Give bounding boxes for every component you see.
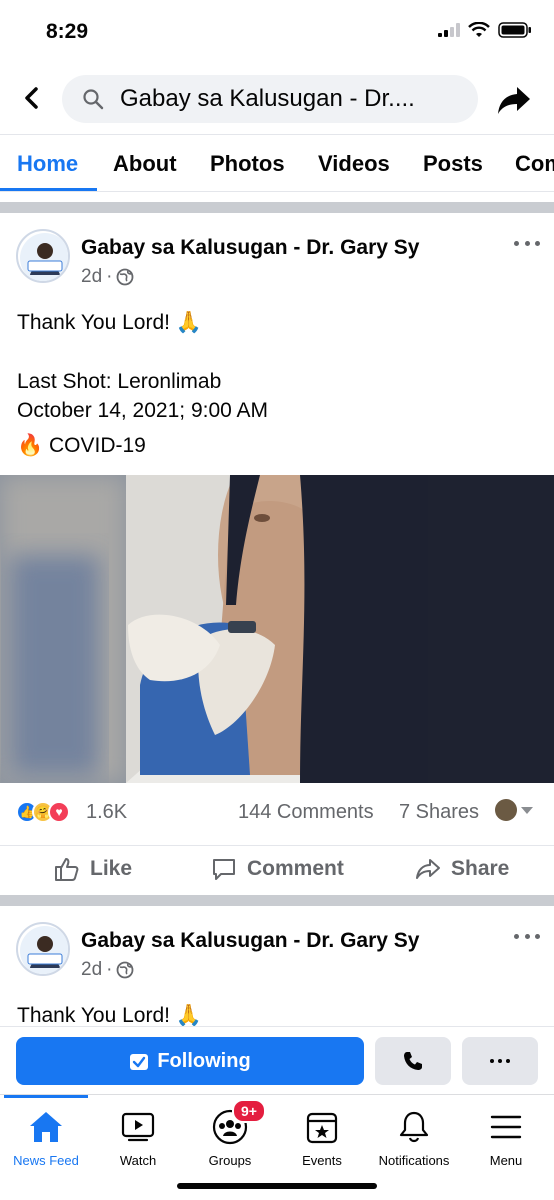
search-bar[interactable]: Gabay sa Kalusugan - Dr.... (62, 75, 478, 123)
events-icon (306, 1112, 338, 1144)
shares-count[interactable]: 7 Shares (399, 801, 479, 824)
post-time: 2d (81, 959, 103, 980)
tab-about[interactable]: About (113, 135, 177, 191)
tabbar-active-indicator (4, 1095, 88, 1098)
status-time: 8:29 (46, 20, 89, 43)
search-text: Gabay sa Kalusugan - Dr.... (120, 85, 415, 112)
tab-watch[interactable]: Watch (92, 1107, 184, 1168)
share-arrow-icon (498, 87, 530, 114)
comment-label: Comment (247, 857, 344, 880)
tab-community[interactable]: Com (515, 135, 554, 191)
post-time: 2d (81, 266, 103, 287)
caret-down-icon[interactable] (521, 807, 533, 814)
post-text-line: Last Shot: Leronlimab (17, 370, 222, 393)
share-icon (416, 859, 440, 879)
tab-label: Notifications (378, 1153, 450, 1168)
post-options-button[interactable] (514, 235, 540, 251)
status-bar: 8:29 (0, 0, 554, 62)
comments-count[interactable]: 144 Comments (238, 801, 374, 824)
share-label: Share (451, 857, 510, 880)
tab-photos[interactable]: Photos (210, 135, 285, 191)
page-header: Gabay sa Kalusugan - Dr.... (0, 62, 554, 134)
watch-icon (121, 1112, 155, 1142)
post-meta: 2d · (81, 266, 134, 288)
feed-separator (0, 895, 554, 906)
meta-dot: · (106, 266, 113, 287)
tab-label: Watch (119, 1153, 157, 1168)
page-tabs: Home About Photos Videos Posts Com (0, 134, 554, 192)
share-page-button[interactable] (496, 82, 532, 118)
tab-videos[interactable]: Videos (318, 135, 390, 191)
following-button[interactable]: Following (16, 1037, 364, 1085)
groups-badge: 9+ (232, 1099, 266, 1123)
bell-icon (399, 1111, 429, 1143)
share-button[interactable]: Share (415, 856, 509, 882)
globe-icon (117, 961, 134, 979)
globe-icon (117, 268, 134, 286)
reaction-count: 1.6K (86, 801, 128, 823)
tab-label: News Feed (13, 1153, 79, 1168)
chevron-left-icon (25, 87, 38, 109)
like-button[interactable]: Like (54, 856, 132, 882)
home-icon (30, 1112, 62, 1142)
post-card: Gabay sa Kalusugan - Dr. Gary Sy 2d · Th… (0, 906, 554, 1027)
tab-menu[interactable]: Menu (460, 1107, 552, 1168)
tab-events[interactable]: Events (276, 1107, 368, 1168)
status-icons (438, 22, 532, 38)
post-meta: 2d · (81, 959, 134, 981)
following-label: Following (157, 1049, 251, 1072)
post-actions: Like Comment Share (0, 845, 554, 895)
search-icon (82, 88, 104, 110)
post-options-button[interactable] (514, 928, 540, 944)
avatar[interactable] (16, 922, 70, 976)
tab-label: Events (302, 1153, 342, 1168)
reactions-summary[interactable]: 👍 🤗 ♥ 1.6K 144 Comments 7 Shares (0, 795, 554, 831)
avatar[interactable] (16, 229, 70, 283)
home-indicator (177, 1183, 377, 1189)
page-action-bar: Following (0, 1026, 554, 1094)
tab-active-underline (0, 188, 97, 191)
like-label: Like (90, 857, 133, 880)
phone-icon (404, 1052, 422, 1070)
back-button[interactable] (16, 82, 48, 114)
comment-icon (213, 859, 235, 880)
viewer-avatar[interactable] (495, 799, 517, 821)
meta-dot: · (106, 959, 113, 980)
reaction-icons: 👍 🤗 ♥ (16, 801, 70, 823)
post-video[interactable] (0, 475, 554, 783)
following-check-icon (130, 1054, 149, 1070)
post-text-line: 🔥 COVID-19 (17, 434, 146, 457)
tab-home[interactable]: Home (17, 135, 78, 191)
signal-icon (438, 23, 460, 37)
post-author[interactable]: Gabay sa Kalusugan - Dr. Gary Sy (81, 929, 419, 953)
menu-icon (490, 1115, 522, 1139)
love-reaction-icon: ♥ (48, 801, 70, 823)
wifi-icon (468, 22, 490, 37)
tab-notifications[interactable]: Notifications (368, 1107, 460, 1168)
battery-icon (498, 22, 531, 38)
tab-groups[interactable]: 9+ Groups (184, 1099, 276, 1168)
feed-separator (0, 202, 554, 213)
tab-label: Groups (208, 1153, 252, 1168)
tab-posts[interactable]: Posts (423, 135, 483, 191)
tab-label: Menu (489, 1153, 523, 1168)
call-button[interactable] (375, 1037, 451, 1085)
post-text-line: Thank You Lord! 🙏 (17, 311, 202, 334)
comment-button[interactable]: Comment (211, 856, 344, 882)
post-text-line: October 14, 2021; 9:00 AM (17, 399, 268, 422)
post-author[interactable]: Gabay sa Kalusugan - Dr. Gary Sy (81, 236, 419, 260)
thumbs-up-icon (55, 858, 79, 881)
more-options-button[interactable] (462, 1037, 538, 1085)
tab-news-feed[interactable]: News Feed (0, 1107, 92, 1168)
